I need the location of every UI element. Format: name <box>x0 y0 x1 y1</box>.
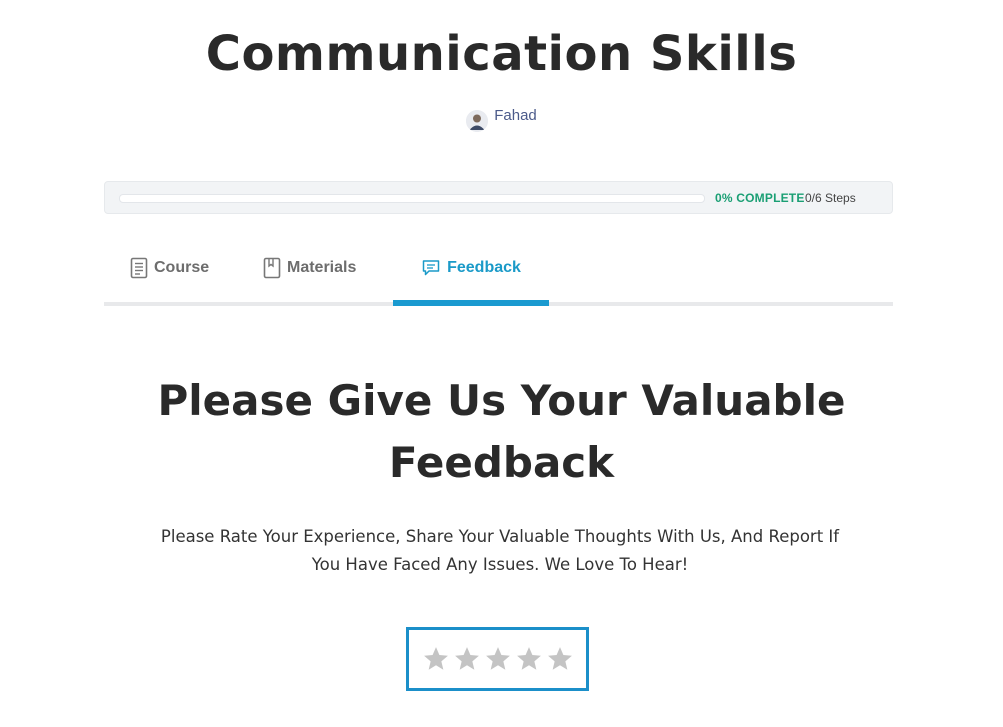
book-icon <box>263 257 281 279</box>
progress-bar <box>119 194 705 203</box>
feedback-description-line1: Please Rate Your Experience, Share Your … <box>160 527 840 546</box>
star-icon[interactable] <box>453 645 481 673</box>
active-tab-indicator <box>393 300 549 306</box>
star-rating <box>406 627 589 691</box>
star-icon[interactable] <box>546 645 574 673</box>
star-icon[interactable] <box>484 645 512 673</box>
feedback-heading-line2: Feedback <box>388 438 615 487</box>
star-icon[interactable] <box>422 645 450 673</box>
progress-panel: 0% COMPLETE 0/6 Steps <box>104 181 893 214</box>
feedback-description: Please Rate Your Experience, Share Your … <box>140 523 860 579</box>
tab-materials-label: Materials <box>287 259 357 276</box>
author-name[interactable]: Fahad <box>494 107 537 124</box>
feedback-description-line2: You Have Faced Any Issues. We Love To He… <box>311 555 689 574</box>
author-avatar <box>466 110 489 132</box>
feedback-heading: Please Give Us Your Valuable Feedback <box>0 370 1003 494</box>
progress-steps: 0/6 Steps <box>805 191 856 205</box>
feedback-heading-line1: Please Give Us Your Valuable <box>157 376 846 425</box>
chat-icon <box>421 258 441 278</box>
tab-course-label: Course <box>154 259 210 276</box>
tab-course[interactable]: Course <box>130 246 209 306</box>
document-icon <box>130 257 148 279</box>
course-tabs: Course Materials Feedback <box>104 246 893 306</box>
tab-feedback-label: Feedback <box>447 259 521 276</box>
course-author: Fahad <box>0 100 1003 132</box>
course-title: Communication Skills <box>205 26 798 82</box>
tab-materials[interactable]: Materials <box>263 246 356 306</box>
progress-percent: 0% COMPLETE <box>715 191 805 205</box>
tab-feedback[interactable]: Feedback <box>393 246 549 306</box>
star-icon[interactable] <box>515 645 543 673</box>
